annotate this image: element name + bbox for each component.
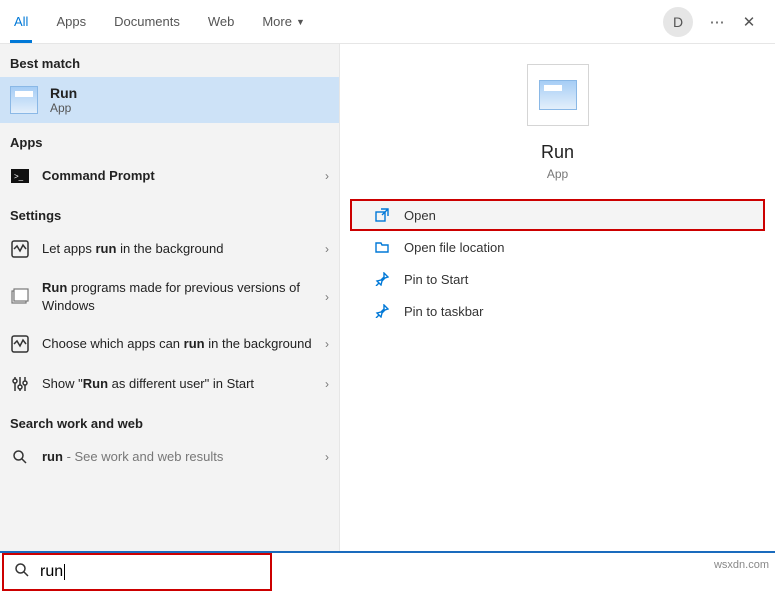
action-label: Open file location xyxy=(404,240,504,255)
more-options-button[interactable]: ⋯ xyxy=(701,6,733,38)
svg-text:>_: >_ xyxy=(14,172,24,181)
best-match-subtitle: App xyxy=(50,101,77,115)
chevron-right-icon: › xyxy=(325,450,329,464)
tab-more[interactable]: More▼ xyxy=(248,0,319,43)
action-pin-to-taskbar[interactable]: Pin to taskbar xyxy=(350,295,765,327)
chevron-right-icon: › xyxy=(325,242,329,256)
search-icon xyxy=(10,447,30,467)
open-icon xyxy=(374,207,390,223)
action-open[interactable]: Open xyxy=(350,199,765,231)
section-settings: Settings xyxy=(0,196,339,229)
result-label: Show "Run as different user" in Start xyxy=(42,375,313,393)
pin-icon xyxy=(374,271,390,287)
result-item[interactable]: Show "Run as different user" in Start › xyxy=(0,364,339,404)
chevron-right-icon: › xyxy=(325,169,329,183)
result-label: run - See work and web results xyxy=(42,448,313,466)
tab-web[interactable]: Web xyxy=(194,0,249,43)
chevron-right-icon: › xyxy=(325,290,329,304)
user-avatar[interactable]: D xyxy=(663,7,693,37)
tab-documents[interactable]: Documents xyxy=(100,0,194,43)
best-match-title: Run xyxy=(50,85,77,101)
result-item[interactable]: Run programs made for previous versions … xyxy=(0,269,339,324)
result-label: Command Prompt xyxy=(42,167,313,185)
action-label: Pin to Start xyxy=(404,272,468,287)
close-button[interactable]: ✕ xyxy=(733,6,765,38)
activity-icon xyxy=(10,239,30,259)
result-item[interactable]: Let apps run in the background › xyxy=(0,229,339,269)
tab-apps[interactable]: Apps xyxy=(42,0,100,43)
action-pin-to-start[interactable]: Pin to Start xyxy=(350,263,765,295)
search-bar: run xyxy=(0,551,775,591)
result-item[interactable]: >_ Command Prompt › xyxy=(0,156,339,196)
best-match-item[interactable]: Run App xyxy=(0,77,339,123)
result-item[interactable]: Choose which apps can run in the backgro… xyxy=(0,324,339,364)
run-app-icon xyxy=(10,86,38,114)
preview-app-icon xyxy=(527,64,589,126)
action-label: Pin to taskbar xyxy=(404,304,484,319)
compat-icon xyxy=(10,287,30,307)
preview-subtitle: App xyxy=(547,167,568,181)
result-label: Let apps run in the background xyxy=(42,240,313,258)
sliders-icon xyxy=(10,374,30,394)
chevron-right-icon: › xyxy=(325,337,329,351)
folder-icon xyxy=(374,239,390,255)
preview-panel: Run App Open Open file location Pin to Sta… xyxy=(340,44,775,591)
action-label: Open xyxy=(404,208,436,223)
section-apps: Apps xyxy=(0,123,339,156)
action-open-file-location[interactable]: Open file location xyxy=(350,231,765,263)
search-icon xyxy=(14,562,30,583)
pin-icon xyxy=(374,303,390,319)
chevron-right-icon: › xyxy=(325,377,329,391)
results-panel: Best match Run App Apps >_ Command Prompt… xyxy=(0,44,340,591)
result-item[interactable]: run - See work and web results › xyxy=(0,437,339,477)
activity-icon xyxy=(10,334,30,354)
preview-title: Run xyxy=(541,142,574,163)
cmd-icon: >_ xyxy=(10,166,30,186)
tab-all[interactable]: All xyxy=(0,0,42,43)
result-label: Choose which apps can run in the backgro… xyxy=(42,335,313,353)
top-tabs-bar: AllAppsDocumentsWebMore▼ D ⋯ ✕ xyxy=(0,0,775,44)
search-input[interactable]: run xyxy=(40,563,65,581)
section-best-match: Best match xyxy=(0,44,339,77)
section-search-web: Search work and web xyxy=(0,404,339,437)
result-label: Run programs made for previous versions … xyxy=(42,279,313,314)
search-box[interactable]: run xyxy=(2,553,272,591)
watermark: wsxdn.com xyxy=(714,559,769,571)
